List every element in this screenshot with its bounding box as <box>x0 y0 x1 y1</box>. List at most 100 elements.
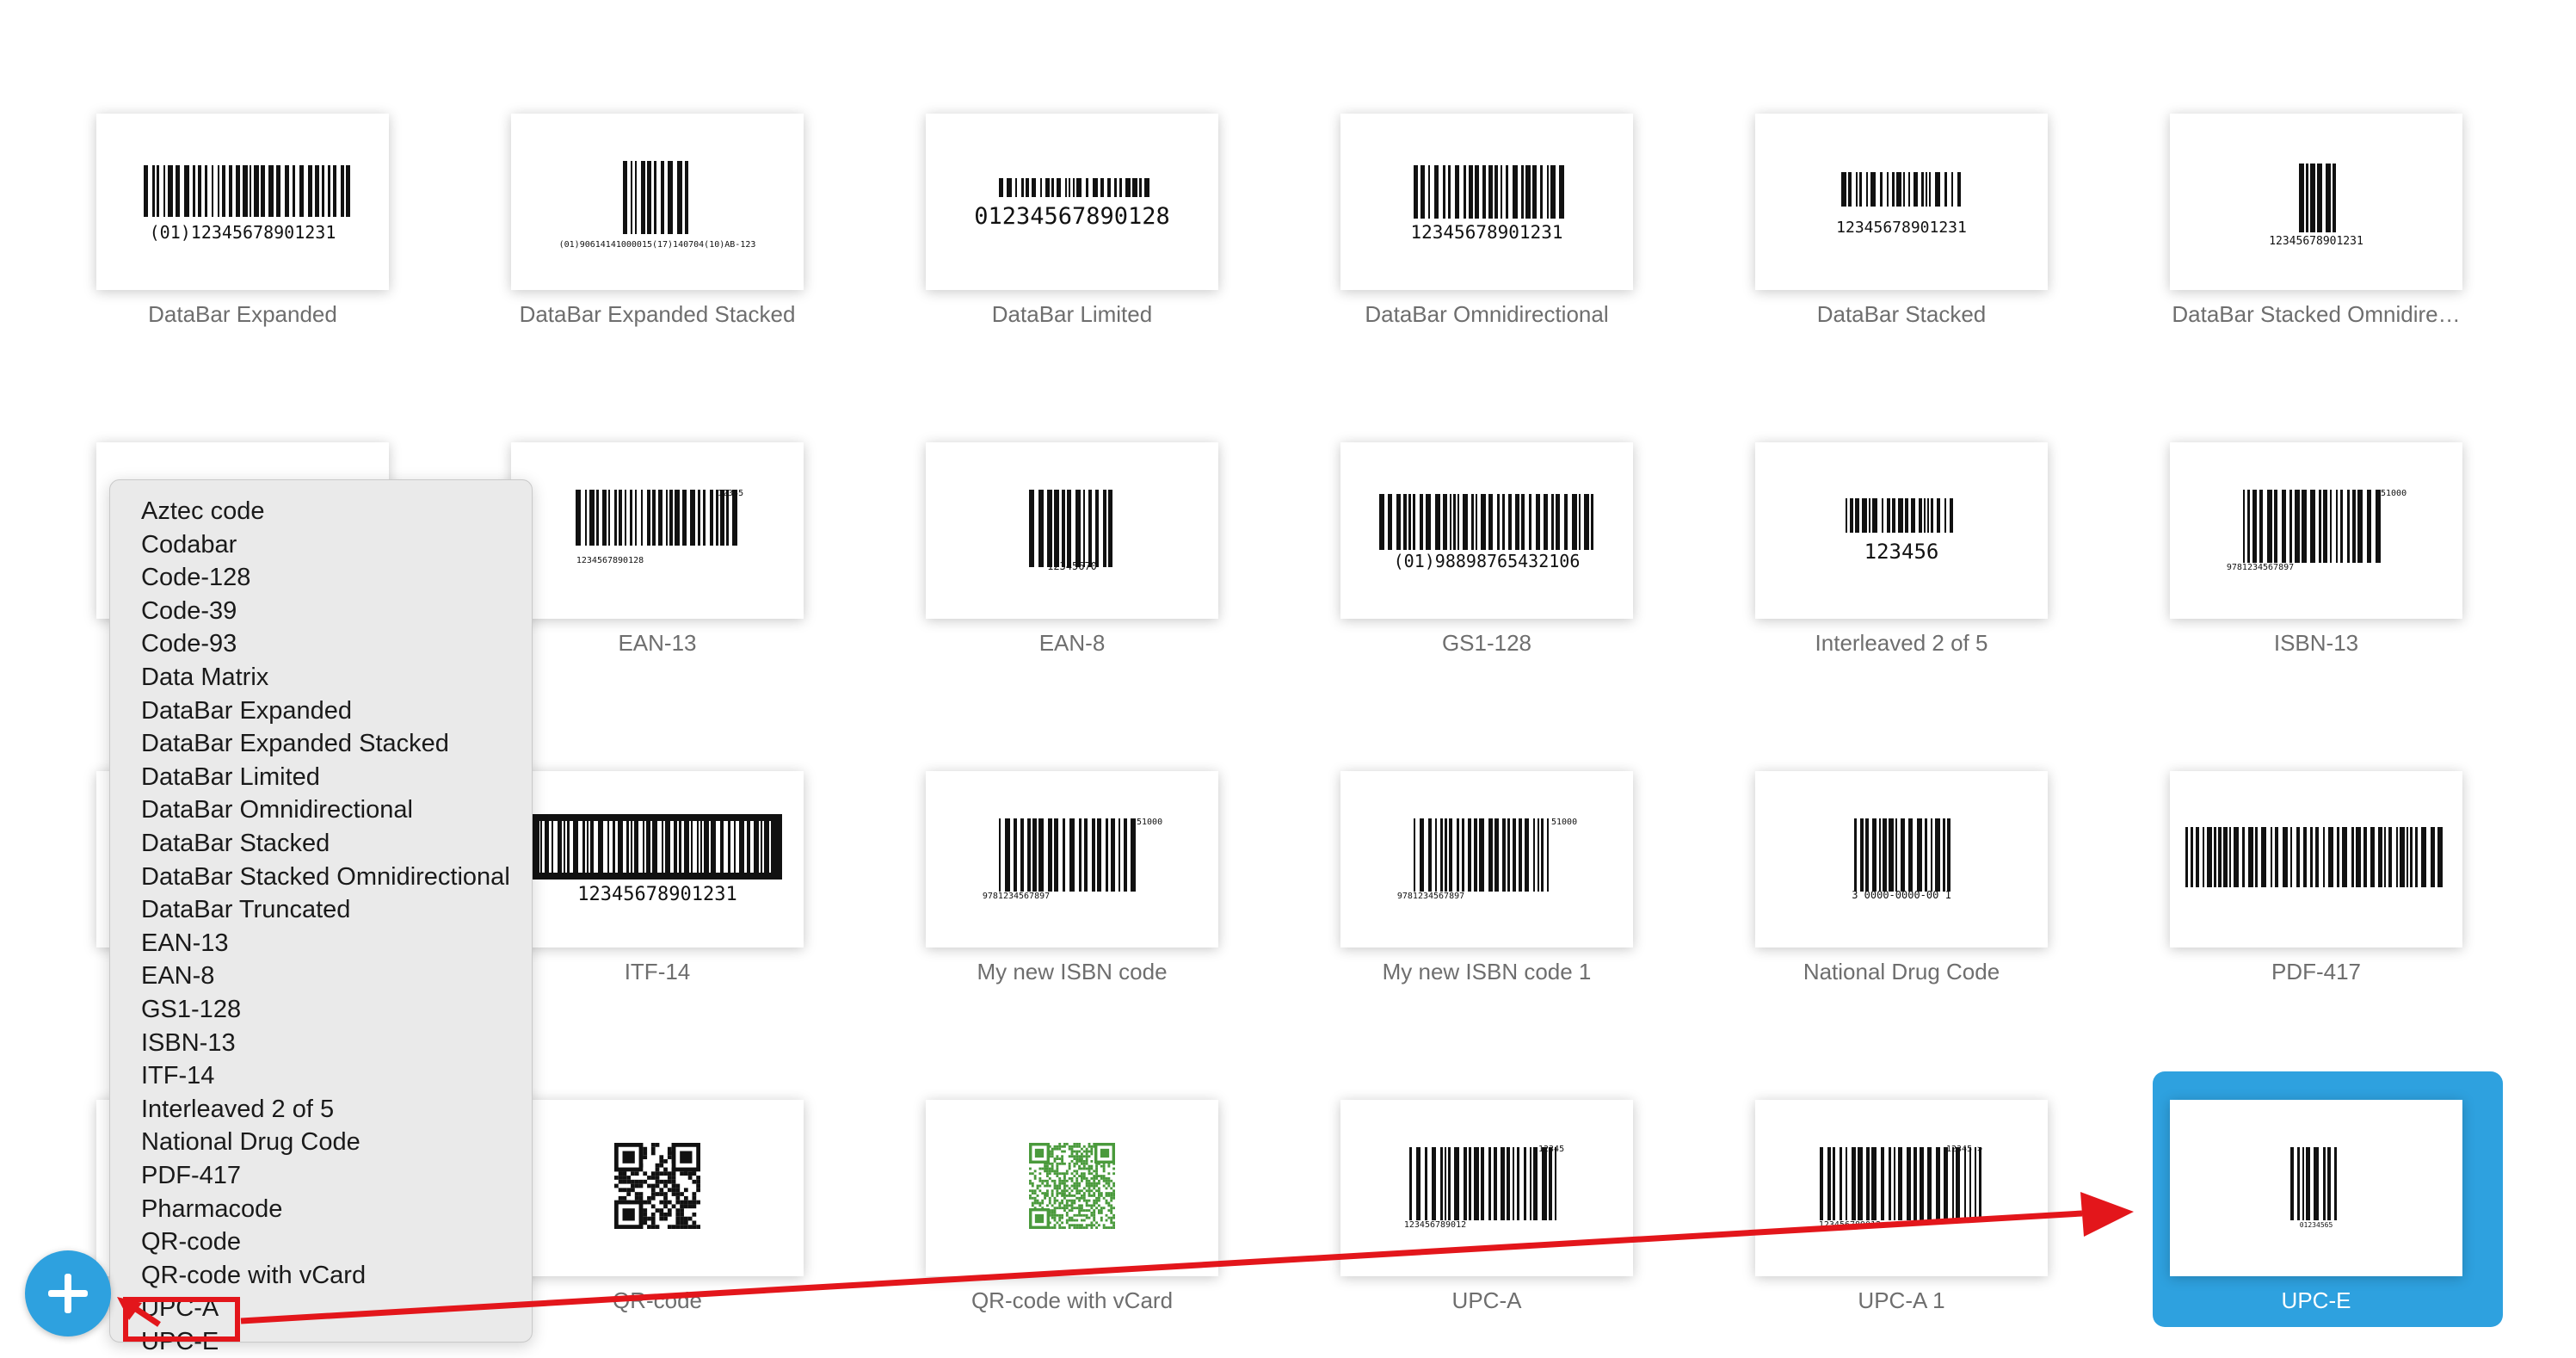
barcode-preview: 9781234567897 51000 <box>983 818 1162 901</box>
barcode-human-readable: (01)12345678901231 <box>150 222 336 243</box>
barcode-human-readable: 12345670 <box>1047 560 1097 572</box>
barcode-tile[interactable] <box>926 1100 1218 1276</box>
barcode-tile[interactable] <box>511 1100 804 1276</box>
menu-item[interactable]: Code-39 <box>141 595 237 627</box>
barcode-preview <box>2185 827 2443 887</box>
barcode-tile[interactable]: 123456 <box>1755 442 2048 619</box>
barcode-tile[interactable]: 9781234567897 51000 <box>1340 771 1633 948</box>
barcode-tile[interactable]: (01)98898765432106 <box>1340 442 1633 619</box>
menu-item[interactable]: DataBar Omnidirectional <box>141 793 413 826</box>
barcode-preview: 12345670 <box>1029 490 1112 572</box>
barcode-preview: 01234567890128 <box>974 178 1170 230</box>
barcode-preview: 3 0000-0000-00 1 <box>1852 818 1951 901</box>
barcode-preview: 12345678901231 <box>2269 164 2363 248</box>
barcode-preview <box>1029 1143 1115 1229</box>
barcode-preview: 123456789012 12345 > <box>1819 1145 1982 1230</box>
barcode-tile[interactable]: 12345678901231 <box>2170 114 2462 290</box>
barcode-human-readable: 12345678901231 <box>577 884 736 905</box>
menu-item[interactable]: Codabar <box>141 528 237 561</box>
barcode-tile-label: DataBar Stacked Omnidire… <box>2172 301 2461 327</box>
barcode-human-readable: (01)90614141000015(17)140704(10)AB-123 <box>559 240 756 250</box>
barcode-preview: 123456 <box>1846 498 1953 564</box>
menu-item[interactable]: ISBN-13 <box>141 1027 236 1059</box>
svg-text:12345 >: 12345 > <box>1946 1145 1982 1154</box>
barcode-tile-label: DataBar Limited <box>991 301 1153 327</box>
barcode-tile-label: My new ISBN code 1 <box>1382 959 1592 985</box>
barcode-human-readable: 123456789012 <box>1819 1220 1881 1230</box>
svg-text:51000: 51000 <box>2381 489 2407 498</box>
menu-item[interactable]: ITF-14 <box>141 1059 214 1092</box>
barcode-human-readable: 123456789012 <box>1404 1220 1466 1230</box>
svg-text:12345: 12345 <box>718 489 743 498</box>
barcode-human-readable: (01)98898765432106 <box>1394 551 1581 571</box>
menu-item[interactable]: Interleaved 2 of 5 <box>141 1093 334 1126</box>
barcode-human-readable: 12345678901231 <box>1836 219 1967 237</box>
menu-item[interactable]: GS1-128 <box>141 993 241 1026</box>
menu-item[interactable]: DataBar Stacked Omnidirectional <box>141 861 510 893</box>
barcode-tile[interactable]: 3 0000-0000-00 1 <box>1755 771 2048 948</box>
barcode-tile-label: QR-code with vCard <box>971 1287 1174 1313</box>
svg-text:51000: 51000 <box>1137 818 1162 827</box>
barcode-preview: 1234567890128 12345 <box>576 489 743 565</box>
barcode-tile-label: My new ISBN code <box>977 959 1168 985</box>
barcode-tile[interactable]: 9781234567897 51000 <box>926 771 1218 948</box>
barcode-preview: (01)90614141000015(17)140704(10)AB-123 <box>559 161 756 250</box>
barcode-type-menu: Aztec code Codabar Code-128 Code-39 Code-93 D… <box>109 479 533 1355</box>
barcode-tile[interactable]: 123456789012 12345 > <box>1755 1100 2048 1276</box>
barcode-tile[interactable]: 12345678901231 <box>1340 114 1633 290</box>
menu-item[interactable]: Pharmacode <box>141 1193 282 1225</box>
barcode-tile[interactable]: 123456789012 12345 <box>1340 1100 1633 1276</box>
barcode-tile-label: National Drug Code <box>1803 959 2000 985</box>
barcode-tile[interactable]: 1234567890128 12345 <box>511 442 804 619</box>
menu-item[interactable]: PDF-417 <box>141 1159 241 1192</box>
barcode-tile-label: Interleaved 2 of 5 <box>1815 630 1988 656</box>
barcode-preview: 9781234567897 51000 <box>2227 489 2407 572</box>
menu-item[interactable]: DataBar Expanded <box>141 694 352 727</box>
menu-item[interactable]: Data Matrix <box>141 661 268 694</box>
barcode-tile[interactable]: 01234567890128 <box>926 114 1218 290</box>
barcode-tile-label: DataBar Expanded Stacked <box>519 301 796 327</box>
barcode-human-readable: 01234565 <box>2300 1221 2333 1229</box>
menu-item[interactable]: EAN-8 <box>141 960 214 992</box>
barcode-tile[interactable]: (01)12345678901231 <box>96 114 389 290</box>
barcode-tile-label: DataBar Expanded <box>148 301 337 327</box>
barcode-human-readable: 123456 <box>1864 540 1939 564</box>
barcode-tile[interactable]: 12345678901231 <box>511 771 804 948</box>
barcode-tile-label: UPC-E <box>2281 1287 2351 1313</box>
barcode-preview <box>614 1143 700 1229</box>
barcode-tile-label: PDF-417 <box>2271 959 2362 985</box>
barcode-tile[interactable] <box>2170 771 2462 948</box>
barcode-human-readable: 01234567890128 <box>974 203 1170 230</box>
svg-text:12345: 12345 <box>1538 1145 1564 1154</box>
barcode-human-readable: 12345678901231 <box>2269 235 2363 248</box>
barcode-human-readable: 9781234567897 <box>1397 892 1464 901</box>
barcode-human-readable: 1234567890128 <box>576 556 644 565</box>
menu-item[interactable]: DataBar Truncated <box>141 893 350 926</box>
menu-item[interactable]: National Drug Code <box>141 1126 361 1158</box>
menu-item[interactable]: DataBar Limited <box>141 761 320 793</box>
barcode-tile-label: EAN-8 <box>1038 630 1106 656</box>
barcode-tile-label: GS1-128 <box>1441 630 1532 656</box>
barcode-tile-label: UPC-A <box>1451 1287 1522 1313</box>
barcode-human-readable: 9781234567897 <box>983 892 1050 901</box>
barcode-tile[interactable]: 12345670 <box>926 442 1218 619</box>
barcode-preview: 12345678901231 <box>1836 172 1967 237</box>
menu-item[interactable]: Aztec code <box>141 495 264 528</box>
barcode-preview: 123456789012 12345 <box>1404 1145 1564 1230</box>
barcode-preview: 01234565 <box>2290 1147 2337 1229</box>
barcode-preview: 12345678901231 <box>533 814 782 905</box>
barcode-preview: 9781234567897 51000 <box>1397 818 1577 901</box>
svg-text:51000: 51000 <box>1551 818 1577 827</box>
barcode-tile[interactable]: (01)90614141000015(17)140704(10)AB-123 <box>511 114 804 290</box>
menu-item[interactable]: DataBar Stacked <box>141 827 330 860</box>
menu-item[interactable]: Code-128 <box>141 561 250 594</box>
menu-item[interactable]: DataBar Expanded Stacked <box>141 727 449 760</box>
menu-item[interactable]: QR-code <box>141 1225 241 1258</box>
barcode-tile[interactable]: 9781234567897 51000 <box>2170 442 2462 619</box>
menu-item[interactable]: Code-93 <box>141 627 237 660</box>
add-barcode-button[interactable] <box>25 1250 111 1336</box>
menu-item[interactable]: EAN-13 <box>141 927 229 960</box>
menu-item[interactable]: QR-code with vCard <box>141 1259 366 1292</box>
barcode-tile[interactable]: 12345678901231 <box>1755 114 2048 290</box>
barcode-tile[interactable]: 01234565 <box>2170 1100 2462 1276</box>
